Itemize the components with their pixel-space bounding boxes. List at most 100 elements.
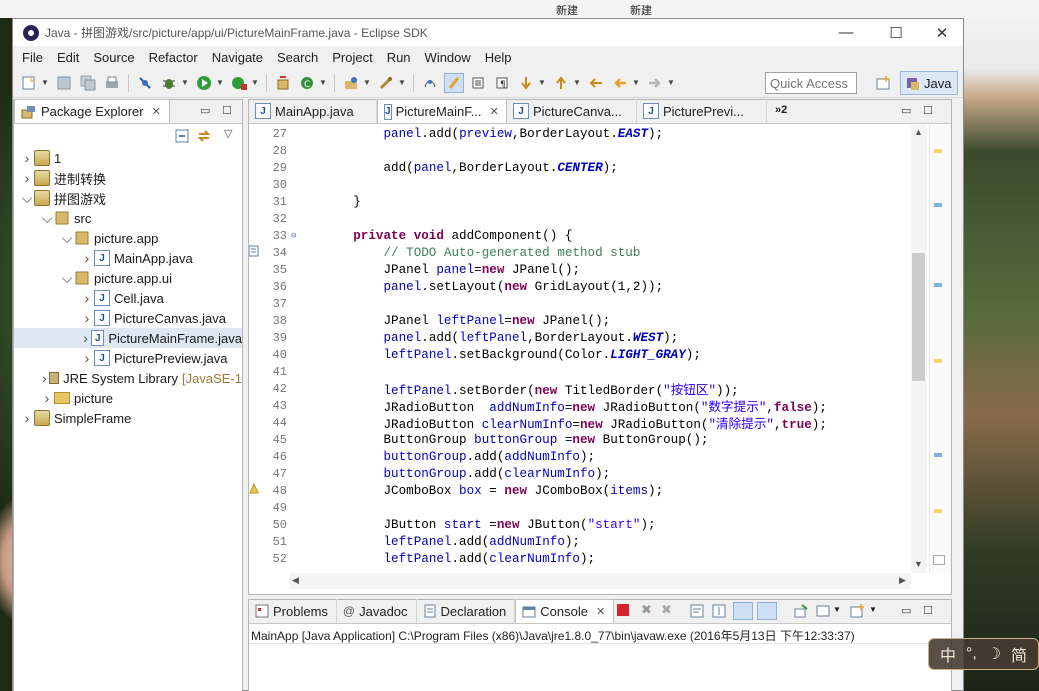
tab-declaration[interactable]: Declaration <box>417 599 516 623</box>
chevron-right-icon[interactable]: › <box>20 410 34 426</box>
warning-marker[interactable] <box>934 149 942 153</box>
tree-item[interactable]: › J Cell.java <box>14 288 242 308</box>
chevron-down-icon[interactable]: ▼ <box>573 78 581 87</box>
chevron-right-icon[interactable]: › <box>80 350 94 366</box>
previous-annotation-icon[interactable] <box>551 73 571 93</box>
remove-launch-icon[interactable]: ✖ <box>641 602 652 618</box>
tree-item[interactable]: › J PicturePreview.java <box>14 348 242 368</box>
show-console-stderr-icon[interactable] <box>757 602 777 620</box>
code-line[interactable]: 51 leftPanel.add(addNumInfo); <box>249 533 929 550</box>
save-all-icon[interactable] <box>78 73 98 93</box>
menu-search[interactable]: Search <box>270 50 325 65</box>
code-line[interactable]: 50 JButton start =new JButton("start"); <box>249 516 929 533</box>
chevron-down-icon[interactable]: ⌵ <box>40 210 54 227</box>
tab-console[interactable]: Console ✕ <box>515 599 615 623</box>
code-line[interactable]: 32 <box>249 210 929 227</box>
ime-punctuation[interactable]: °, <box>966 645 977 663</box>
scroll-left-icon[interactable]: ◀ <box>292 575 299 586</box>
chevron-right-icon[interactable]: › <box>80 310 94 326</box>
run-icon[interactable] <box>194 73 214 93</box>
clear-console-icon[interactable] <box>689 603 705 622</box>
back-icon[interactable] <box>610 73 630 93</box>
menu-project[interactable]: Project <box>325 50 379 65</box>
chevron-right-icon[interactable]: › <box>40 370 49 386</box>
chevron-down-icon[interactable]: ▼ <box>41 78 49 87</box>
tab-overflow-indicator[interactable]: »2 <box>775 104 787 116</box>
minimize-view-icon[interactable]: ▭ <box>200 104 210 117</box>
display-selected-console-icon[interactable] <box>815 603 831 622</box>
occurrence-marker[interactable] <box>934 283 942 287</box>
scroll-right-icon[interactable]: ▶ <box>899 575 906 586</box>
maximize-view-icon[interactable]: ☐ <box>923 104 933 117</box>
save-icon[interactable] <box>54 73 74 93</box>
close-button[interactable]: ✕ <box>919 19 965 46</box>
toggle-highlight-icon[interactable] <box>444 72 464 93</box>
code-line[interactable]: 31 } <box>249 193 929 210</box>
chevron-down-icon[interactable]: ▼ <box>216 78 224 87</box>
maximize-button[interactable]: ☐ <box>873 19 919 46</box>
new-java-project-icon[interactable] <box>273 73 293 93</box>
code-line[interactable]: 48 JComboBox box = new JComboBox(items); <box>249 482 929 499</box>
overview-ruler[interactable] <box>929 125 951 573</box>
chevron-right-icon[interactable]: › <box>80 250 94 266</box>
tree-item[interactable]: ⌵ picture.app.ui <box>14 268 242 288</box>
new-icon[interactable] <box>19 73 39 93</box>
scroll-lock-icon[interactable] <box>711 603 727 622</box>
code-line[interactable]: 46 buttonGroup.add(addNumInfo); <box>249 448 929 465</box>
chevron-down-icon[interactable]: ▼ <box>251 78 259 87</box>
external-tools-icon[interactable] <box>229 73 249 93</box>
chevron-right-icon[interactable]: › <box>20 150 34 166</box>
menu-file[interactable]: File <box>15 50 50 65</box>
editor-tab[interactable]: J PictureCanva... <box>507 99 637 123</box>
code-line[interactable]: 34 // TODO Auto-generated method stub <box>249 244 929 261</box>
code-line[interactable]: 36 panel.setLayout(new GridLayout(1,2)); <box>249 278 929 295</box>
editor-tab[interactable]: J MainApp.java <box>249 99 377 123</box>
chevron-down-icon[interactable]: ▼ <box>181 78 189 87</box>
menu-help[interactable]: Help <box>478 50 519 65</box>
minimize-view-icon[interactable]: ▭ <box>901 604 911 617</box>
chevron-down-icon[interactable]: ▼ <box>363 78 371 87</box>
vertical-scrollbar[interactable]: ▲ ▼ <box>911 125 927 573</box>
code-line[interactable]: 45 ButtonGroup buttonGroup =new ButtonGr… <box>249 431 929 448</box>
tree-item[interactable]: › SimpleFrame <box>14 408 242 428</box>
tree-item[interactable]: › J PictureMainFrame.java <box>14 328 242 348</box>
java-perspective-button[interactable]: Java <box>900 71 958 95</box>
show-whitespace-icon[interactable]: ¶ <box>492 73 512 93</box>
collapse-all-icon[interactable] <box>174 128 190 147</box>
pin-console-icon[interactable] <box>793 603 809 622</box>
chevron-down-icon[interactable]: ▼ <box>632 78 640 87</box>
debug-icon[interactable] <box>159 73 179 93</box>
scrollbar-thumb[interactable] <box>912 253 925 381</box>
chevron-down-icon[interactable]: ▼ <box>667 78 675 87</box>
menu-window[interactable]: Window <box>418 50 478 65</box>
remove-all-launches-icon[interactable]: ✖ <box>661 602 672 618</box>
chevron-right-icon[interactable]: › <box>40 390 54 406</box>
ime-mode-chinese[interactable]: 中 <box>940 642 956 666</box>
tab-problems[interactable]: Problems <box>249 599 337 623</box>
close-tab-icon[interactable]: ✕ <box>490 105 499 118</box>
occurrence-marker[interactable] <box>934 453 942 457</box>
code-line[interactable]: 44 JRadioButton clearNumInfo=new JRadioB… <box>249 414 929 433</box>
tree-item[interactable]: › J PictureCanvas.java <box>14 308 242 328</box>
forward-icon[interactable] <box>645 73 665 93</box>
open-type-icon[interactable] <box>341 73 361 93</box>
chevron-down-icon[interactable]: ▼ <box>538 78 546 87</box>
menu-refactor[interactable]: Refactor <box>142 50 205 65</box>
code-line[interactable]: 38 JPanel leftPanel=new JPanel(); <box>249 312 929 329</box>
ime-simplified[interactable]: 简 <box>1011 642 1027 666</box>
ime-toolbar[interactable]: 中 °, ☽ 简 <box>928 638 1039 670</box>
tree-item[interactable]: ⌵ picture.app <box>14 228 242 248</box>
new-class-icon[interactable]: C <box>297 73 317 93</box>
tree-item[interactable]: › 1 <box>14 148 242 168</box>
toggle-mark-occurrences-icon[interactable] <box>420 73 440 93</box>
code-line[interactable]: 49 <box>249 499 929 516</box>
skip-breakpoints-icon[interactable] <box>135 73 155 93</box>
chevron-right-icon[interactable]: › <box>80 290 94 306</box>
ime-moon-icon[interactable]: ☽ <box>987 644 1001 664</box>
close-tab-icon[interactable]: ✕ <box>152 105 161 118</box>
code-line[interactable]: 28 <box>249 142 929 159</box>
next-annotation-icon[interactable] <box>516 73 536 93</box>
code-line[interactable]: 33 ⊖ private void addComponent() { <box>249 227 929 244</box>
code-line[interactable]: 35 JPanel panel=new JPanel(); <box>249 261 929 278</box>
code-line[interactable]: 43 JRadioButton addNumInfo=new JRadioBut… <box>249 397 929 416</box>
